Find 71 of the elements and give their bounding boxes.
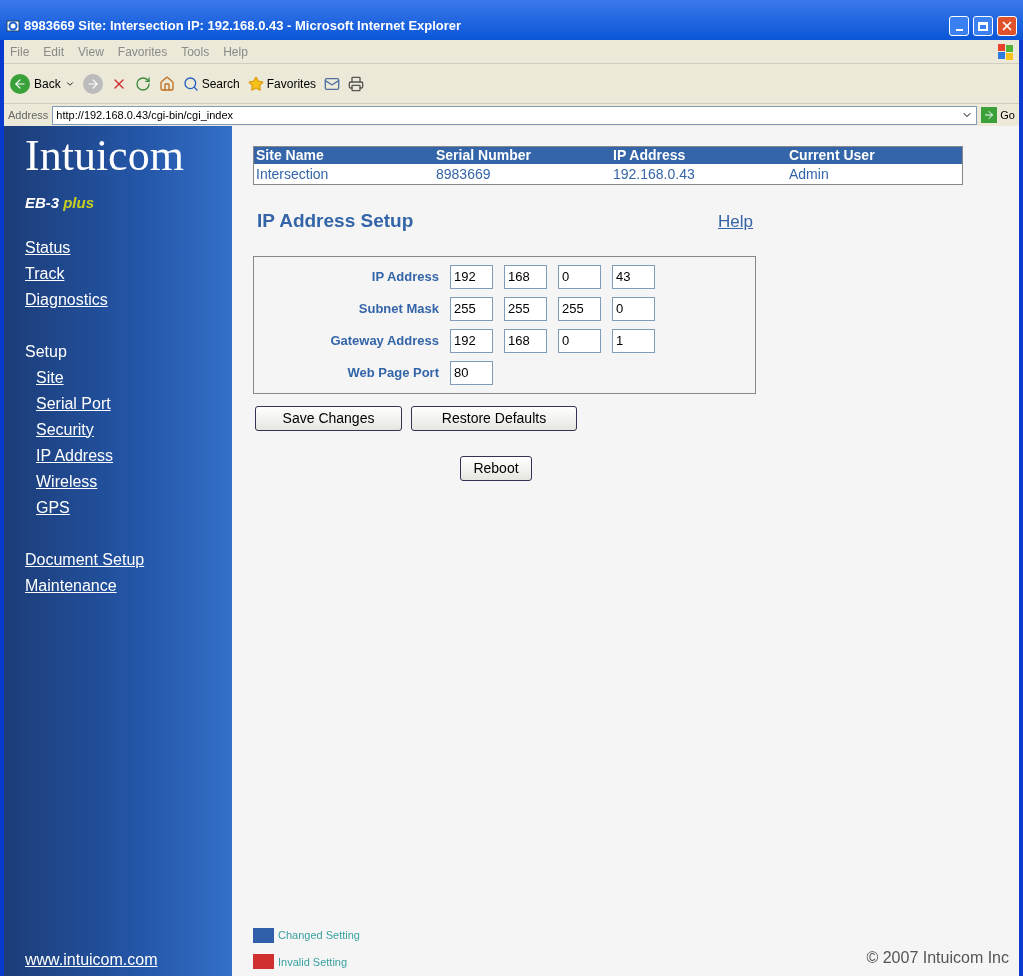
windows-logo-icon [997, 42, 1015, 61]
website-link[interactable]: www.intuicom.com [25, 948, 158, 972]
sidebar-link[interactable]: Maintenance [25, 572, 117, 599]
sidebar-link[interactable]: Diagnostics [25, 286, 108, 313]
browser-icon [6, 19, 20, 33]
form-button[interactable]: Restore Defaults [411, 405, 577, 431]
sidebar-link[interactable]: Site [36, 364, 64, 391]
reboot-button[interactable]: Reboot [460, 455, 532, 481]
back-button[interactable]: Back [10, 73, 75, 94]
sidebar-link[interactable]: Security [36, 416, 94, 443]
column-header: Serial Number [435, 147, 532, 164]
sidebar-link[interactable]: Document Setup [25, 546, 145, 573]
model-name: EB-3 [25, 193, 60, 213]
go-arrow-icon [983, 109, 996, 121]
octet-field[interactable]: 255 [450, 296, 493, 321]
copyright: © 2007 Intuicom Inc [866, 948, 1009, 968]
mail-icon[interactable] [324, 75, 341, 92]
sidebar-link[interactable]: IP Address [36, 442, 114, 469]
minimize-button[interactable] [949, 16, 969, 36]
print-icon[interactable] [348, 75, 365, 92]
home-icon[interactable] [158, 75, 175, 92]
octet-field[interactable]: 43 [612, 264, 655, 289]
forward-arrow-icon [85, 76, 100, 91]
back-arrow-icon [13, 76, 27, 91]
page-title: IP Address Setup [257, 209, 414, 233]
legend-label: Changed Setting [278, 928, 360, 943]
address-field[interactable]: http://192.168.0.43/cgi-bin/cgi_index [52, 105, 978, 125]
logo: Intuicom [25, 130, 185, 182]
search-icon [182, 75, 199, 92]
window-title: 8983669 Site: Intersection IP: 192.168.0.43 - Microsoft Internet Explorer [24, 17, 463, 36]
table-cell-text: Intersection [255, 165, 330, 184]
octet-field[interactable]: 1 [612, 328, 655, 353]
nav-section-label: Setup [25, 341, 68, 362]
table-cell-text: Admin [788, 165, 830, 184]
address-label: Address [8, 107, 49, 123]
octet-field[interactable]: 255 [504, 296, 547, 321]
octet-field[interactable]: 192 [450, 328, 493, 353]
octet-field[interactable]: 0 [612, 296, 655, 321]
column-header: Current User [788, 147, 876, 164]
go-button[interactable]: Go [981, 106, 1015, 124]
column-header: IP Address [612, 147, 687, 164]
favorites-button[interactable]: Favorites [247, 74, 317, 93]
field-label: Subnet Mask [357, 299, 440, 318]
octet-field[interactable]: 192 [450, 264, 493, 289]
octet-field[interactable]: 0 [558, 328, 601, 353]
field-label: IP Address [370, 267, 440, 286]
octet-field[interactable]: 255 [558, 296, 601, 321]
search-button[interactable]: Search [182, 74, 240, 93]
close-icon [1000, 19, 1014, 33]
octet-field[interactable]: 0 [558, 264, 601, 289]
maximize-button[interactable] [973, 16, 993, 36]
star-icon [247, 75, 264, 92]
field-label: Gateway Address [329, 331, 440, 350]
sidebar-link[interactable]: Status [25, 234, 71, 261]
field-label: Web Page Port [346, 363, 440, 382]
help-link[interactable]: Help [718, 208, 753, 234]
table-cell-text: 8983669 [435, 165, 492, 184]
octet-field[interactable]: 168 [504, 328, 547, 353]
table-cell-text: 192.168.0.43 [612, 165, 696, 184]
close-button[interactable] [997, 16, 1017, 36]
octet-field[interactable]: 168 [504, 264, 547, 289]
sidebar-link[interactable]: Track [25, 260, 65, 287]
sidebar-link[interactable]: Wireless [36, 468, 98, 495]
refresh-icon[interactable] [134, 75, 151, 92]
legend-label: Invalid Setting [278, 954, 348, 970]
sidebar-link[interactable]: GPS [36, 494, 70, 521]
form-button[interactable]: Save Changes [255, 405, 402, 431]
sidebar-link[interactable]: Serial Port [36, 390, 111, 417]
column-header: Site Name [255, 147, 325, 164]
octet-field[interactable]: 80 [450, 360, 493, 385]
model-suffix: plus [63, 193, 95, 213]
